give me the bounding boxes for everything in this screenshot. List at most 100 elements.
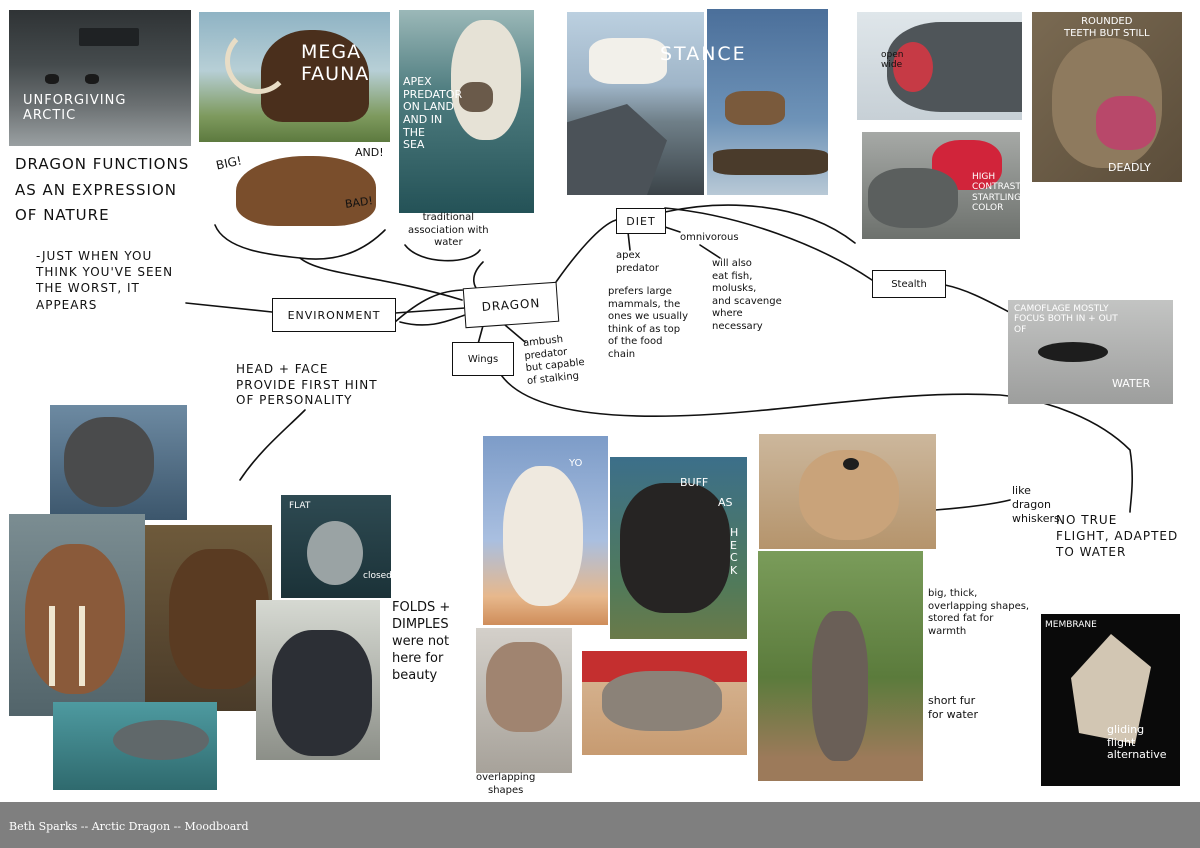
seal-head-left — [64, 417, 154, 507]
note-big-thick-shapes: big, thick, overlapping shapes, stored f… — [928, 588, 1030, 637]
sea-lion-nose — [843, 458, 859, 470]
bull-body — [620, 483, 730, 613]
photo-walrus — [9, 514, 145, 716]
note-like-dragon-whiskers: like dragon whiskers — [1012, 484, 1060, 525]
photo-seal-flat-face: FLAT closed — [281, 495, 391, 598]
connector-whiskers — [934, 499, 1011, 511]
label-stance: STANCE — [660, 43, 747, 65]
photo-wildebeest — [256, 600, 380, 760]
connector-stealth-camo — [944, 284, 1016, 316]
moodboard-canvas: UNFORGIVING ARCTIC MEGA FAUNA APEX PREDA… — [0, 0, 1200, 802]
connector-mega-to-dragon — [299, 257, 463, 301]
label-buff: BUFF — [680, 476, 709, 489]
walrus-face — [486, 642, 562, 732]
photo-dolphin-camouflage: CAMOFLAGE MOSTLY FOCUS BOTH IN + OUT OF … — [1008, 300, 1173, 404]
label-closed: closed — [363, 571, 391, 581]
label-heck: HECK — [730, 526, 739, 577]
mindmap-node-dragon: DRAGON — [462, 281, 560, 329]
sloth-body — [236, 156, 376, 226]
photo-polar-bear-swimming: APEX PREDATOR ON LAND AND IN THE SEA — [399, 10, 534, 213]
note-short-fur: short fur for water — [928, 694, 978, 721]
bear-paw — [459, 82, 493, 112]
photo-bull-standing: BUFF AS HECK — [610, 457, 747, 639]
label-water: WATER — [1112, 377, 1151, 390]
note-dragon-functions: DRAGON FUNCTIONS AS AN EXPRESSION OF NAT… — [15, 155, 190, 224]
note-folds-dimples: FOLDS + DIMPLES were not here for beauty — [392, 600, 451, 683]
label-as: AS — [718, 496, 733, 509]
note-traditional-association: traditional association with water — [408, 212, 489, 248]
note-no-true-flight: NO TRUE FLIGHT, ADAPTED TO WATER — [1056, 513, 1179, 560]
kudu-body — [812, 611, 868, 761]
dolphin-body — [1038, 342, 1108, 362]
note-just-when: -JUST WHEN YOU THINK YOU'VE SEEN THE WOR… — [36, 249, 174, 312]
seal-body-grey — [868, 168, 958, 228]
connector-env-right — [394, 307, 466, 314]
goat-body — [589, 38, 667, 84]
distant-buildings — [79, 28, 139, 46]
leopard-seal-swimming — [113, 720, 209, 760]
walrus-body — [25, 544, 125, 694]
photo-kudu — [758, 551, 923, 781]
connector-head-face — [239, 409, 306, 481]
photo-bison — [145, 525, 272, 711]
photo-mountain-goat — [567, 12, 704, 195]
walrus-tusk-left — [49, 606, 55, 686]
walrus-tusk-right — [79, 606, 85, 686]
photo-sea-lion-whiskers — [759, 434, 936, 549]
note-ambush: ambush predator but capable of stalking — [522, 334, 586, 387]
label-membrane: MEMBRANE — [1045, 620, 1097, 630]
photo-arctic-landscape: UNFORGIVING ARCTIC — [9, 10, 191, 146]
bison-head — [169, 549, 269, 689]
label-unforgiving-arctic: UNFORGIVING ARCTIC — [23, 93, 127, 123]
photo-seal-high-contrast: HIGH CONTRAST, STARTLING COLOR — [862, 132, 1020, 239]
seal-face — [307, 521, 363, 585]
ibex-body — [725, 91, 785, 125]
footer-caption: Beth Sparks -- Arctic Dragon -- Moodboar… — [9, 820, 249, 833]
photo-ibex — [707, 9, 828, 195]
connector-diet-apex — [627, 231, 631, 251]
wildebeest-head — [272, 630, 372, 756]
label-gliding-flight: gliding flight alternative — [1107, 723, 1167, 762]
label-yo: YO — [569, 458, 583, 469]
mindmap-node-wings: Wings — [452, 342, 514, 376]
rock-ledge — [713, 149, 828, 175]
animal-silhouette-2 — [85, 74, 99, 84]
connector-dragon-diet — [555, 219, 617, 283]
animal-silhouette-1 — [45, 74, 59, 84]
photo-walrus-closeup — [476, 628, 572, 773]
mindmap-node-environment: ENVIRONMENT — [272, 298, 396, 332]
rock-cliff — [567, 104, 667, 195]
note-and: AND! — [355, 146, 384, 159]
label-apex-predator: APEX PREDATOR ON LAND AND IN THE SEA — [403, 75, 463, 152]
note-overlapping-shapes: overlapping shapes — [476, 772, 536, 796]
bull-running-body — [602, 671, 722, 731]
label-flat: FLAT — [289, 501, 311, 511]
footer-bar: Beth Sparks -- Arctic Dragon -- Moodboar… — [0, 802, 1200, 848]
hyena-mouth — [1096, 96, 1156, 150]
connector-env-left — [185, 302, 273, 313]
connector-env-up — [394, 289, 466, 323]
label-camouflage: CAMOFLAGE MOSTLY FOCUS BOTH IN + OUT OF — [1014, 304, 1118, 335]
mindmap-node-stealth: Stealth — [872, 270, 946, 298]
label-mega-fauna: MEGA FAUNA — [301, 41, 370, 85]
mammoth-tusk — [225, 28, 291, 94]
connector-omni-will — [699, 244, 721, 259]
label-rounded-teeth: ROUNDED TEETH BUT STILL — [1064, 16, 1150, 39]
photo-leopard-seal-mouth: open wide — [857, 12, 1022, 120]
connector-dragon-env — [399, 314, 466, 326]
note-omnivorous: omnivorous — [680, 232, 739, 243]
label-open-wide: open wide — [881, 50, 904, 71]
note-prefers-large: prefers large mammals, the ones we usual… — [608, 286, 688, 360]
label-deadly: DEADLY — [1108, 161, 1151, 174]
label-high-contrast: HIGH CONTRAST, STARTLING COLOR — [972, 172, 1020, 214]
note-apex-predator: apex predator — [616, 250, 660, 274]
mindmap-node-diet: DIET — [616, 208, 666, 234]
photo-polar-bear-walking: YO — [483, 436, 608, 625]
photo-seal-and-penguin — [53, 702, 217, 790]
note-will-also-eat: will also eat fish, molusks, and scaveng… — [712, 258, 782, 332]
photo-hyena: ROUNDED TEETH BUT STILL DEADLY — [1032, 12, 1182, 182]
bear-walking-body — [503, 466, 583, 606]
photo-elephant-seal — [50, 405, 187, 520]
photo-mammoth: MEGA FAUNA — [199, 12, 390, 142]
note-head-face: HEAD + FACE PROVIDE FIRST HINT OF PERSON… — [236, 362, 378, 408]
